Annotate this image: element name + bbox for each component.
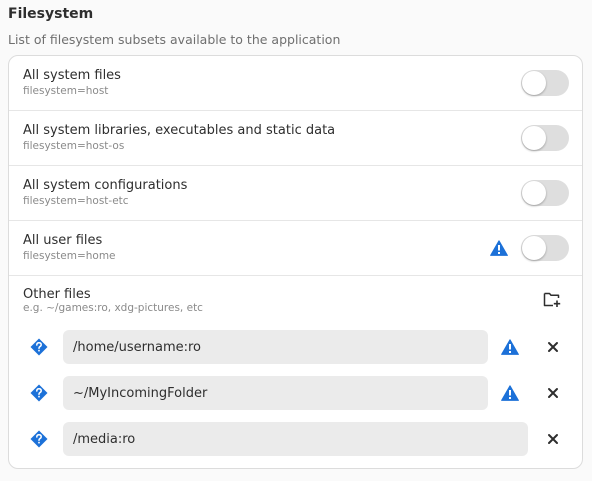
warning-icon [501, 385, 519, 401]
home-toggle[interactable] [521, 235, 569, 261]
close-icon[interactable] [546, 340, 560, 354]
other-file-entry [9, 376, 582, 410]
help-diamond-icon[interactable] [30, 384, 48, 402]
row-title: All system configurations [23, 178, 188, 193]
toggle-knob [522, 126, 546, 150]
row-title: All system libraries, executables and st… [23, 123, 336, 138]
row-host-etc: All system configurations filesystem=hos… [9, 166, 582, 221]
filesystem-list: All system files filesystem=host All sys… [8, 55, 583, 469]
other-files-subtitle: e.g. ~/games:ro, xdg-pictures, etc [23, 302, 203, 314]
row-host: All system files filesystem=host [9, 56, 582, 111]
row-host-os: All system libraries, executables and st… [9, 111, 582, 166]
warning-icon [501, 339, 519, 355]
path-input[interactable] [63, 376, 488, 410]
row-subtitle: filesystem=host-os [23, 140, 125, 152]
close-icon[interactable] [546, 386, 560, 400]
toggle-knob [522, 71, 546, 95]
row-subtitle: filesystem=host-etc [23, 195, 129, 207]
path-input[interactable] [63, 422, 528, 456]
row-title: All system files [23, 68, 121, 83]
host-os-toggle[interactable] [521, 125, 569, 151]
other-file-entry [9, 330, 582, 364]
other-files-title: Other files [23, 287, 91, 302]
help-diamond-icon[interactable] [30, 338, 48, 356]
row-home: All user files filesystem=home [9, 221, 582, 276]
section-header: Filesystem List of filesystem subsets av… [8, 5, 340, 48]
toggle-knob [522, 236, 546, 260]
close-icon[interactable] [546, 432, 560, 446]
path-input[interactable] [63, 330, 488, 364]
row-subtitle: filesystem=host [23, 85, 109, 97]
other-files-section: Other files e.g. ~/games:ro, xdg-picture… [9, 276, 582, 334]
host-toggle[interactable] [521, 70, 569, 96]
section-subtitle: List of filesystem subsets available to … [8, 32, 341, 47]
toggle-knob [522, 181, 546, 205]
warning-icon [490, 240, 508, 256]
row-title: All user files [23, 233, 103, 248]
section-title: Filesystem [8, 6, 94, 22]
host-etc-toggle[interactable] [521, 180, 569, 206]
folder-add-icon[interactable] [543, 291, 561, 308]
help-diamond-icon[interactable] [30, 430, 48, 448]
other-file-entry [9, 422, 582, 456]
row-subtitle: filesystem=home [23, 250, 116, 262]
